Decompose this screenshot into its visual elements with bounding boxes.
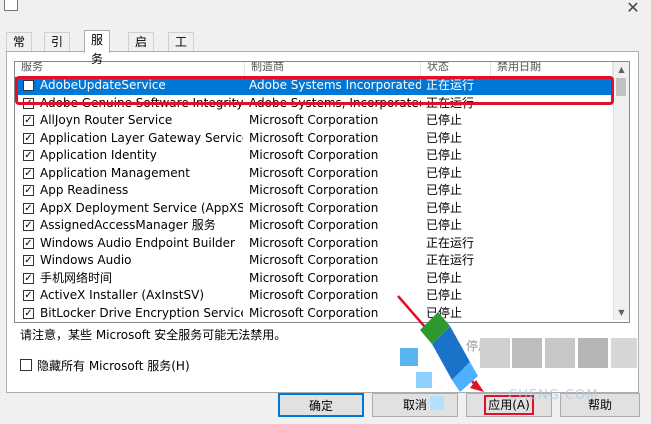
logo-square	[416, 372, 432, 388]
tab-services[interactable]: 服务	[84, 30, 111, 66]
watermark-text: CHENG.COM	[508, 388, 599, 403]
logo-square	[430, 396, 444, 410]
logo-square	[400, 348, 418, 366]
